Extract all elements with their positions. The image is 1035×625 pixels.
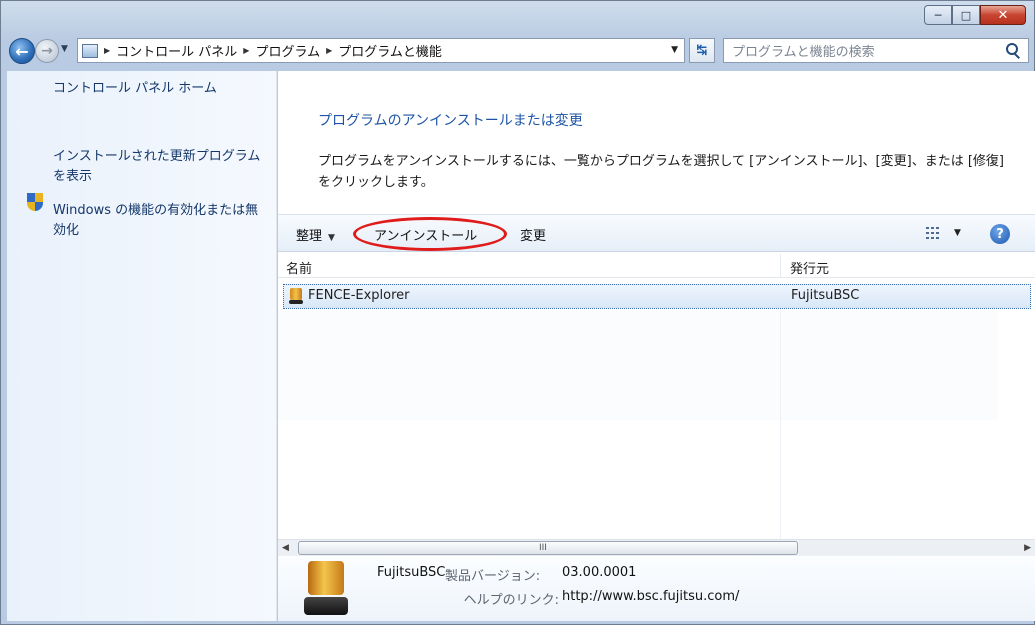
program-publisher: FujitsuBSC [791,288,860,303]
scrollbar-grip: III [539,543,547,553]
scroll-right-icon[interactable]: ▶ [1024,543,1031,553]
command-bar: 整理 ▼ アンインストール 変更 ▼ ? [278,214,1035,252]
search-icon[interactable] [1004,42,1022,60]
search-input[interactable]: プログラムと機能の検索 [732,41,1004,60]
column-divider[interactable] [780,254,781,278]
version-label: 製品バージョン: [445,569,541,584]
forward-arrow-icon: → [41,43,53,59]
column-header-publisher[interactable]: 発行元 [790,258,829,277]
maximize-icon: □ [960,8,972,22]
instruction-text: プログラムをアンインストールするには、一覧からプログラムを選択して [アンインス… [318,154,1004,190]
main-content: プログラムのアンインストールまたは変更 プログラムをアンインストールするには、一… [278,71,1035,621]
table-row[interactable]: FENCE-Explorer FujitsuBSC [283,284,1031,309]
navigation-bar: ← → ▼ ▶ コントロール パネル ▶ プログラム ▶ プログラムと機能 ▼ … [1,35,1034,65]
change-button[interactable]: 変更 [520,225,546,244]
windows-features-link[interactable]: Windows の機能の有効化または無効化 [53,201,263,241]
column-header-name[interactable]: 名前 [286,258,312,277]
back-arrow-icon: ← [15,41,29,61]
address-dropdown-icon[interactable]: ▼ [671,45,678,55]
recent-pages-dropdown[interactable]: ▼ [61,44,68,54]
column-separator [780,309,781,539]
refresh-icon: ↹ [696,43,708,58]
help-icon[interactable]: ? [990,224,1010,244]
breadcrumb-control-panel[interactable]: コントロール パネル [116,41,237,60]
close-icon: ✕ [997,7,1009,23]
breadcrumb-programs[interactable]: プログラム [255,41,320,60]
organize-label: 整理 [296,229,323,244]
list-header: 名前 発行元 [278,254,1035,278]
scroll-left-icon[interactable]: ◀ [282,543,289,553]
view-installed-updates-link[interactable]: インストールされた更新プログラムを表示 [53,147,263,187]
address-bar[interactable]: ▶ コントロール パネル ▶ プログラム ▶ プログラムと機能 ▼ [77,38,685,63]
help-link-label: ヘルプのリンク: [463,593,559,608]
details-pane: FujitsuBSC 製品バージョン: 03.00.0001 ヘルプのリンク: … [278,557,1035,621]
scrollbar-thumb[interactable]: III [298,541,798,555]
fence-explorer-large-icon [302,561,350,619]
program-features-window: ─ □ ✕ ← → ▼ ▶ コントロール パネル ▶ プログラム ▶ プログラム… [0,0,1035,625]
uninstall-button[interactable]: アンインストール [374,225,477,244]
breadcrumb-programs-features[interactable]: プログラムと機能 [338,41,442,60]
view-list-icon[interactable] [926,226,940,240]
help-link-value[interactable]: http://www.bsc.fujitsu.com/ [562,589,739,604]
list-area [278,310,998,420]
task-pane: コントロール パネル ホーム インストールされた更新プログラムを表示 Windo… [7,71,277,621]
control-panel-icon [82,43,98,58]
version-value: 03.00.0001 [562,565,637,580]
chevron-right-icon[interactable]: ▶ [104,46,110,55]
minimize-button[interactable]: ─ [924,5,952,25]
program-name: FENCE-Explorer [308,288,410,303]
view-dropdown-icon[interactable]: ▼ [954,228,961,238]
back-button[interactable]: ← [9,38,35,64]
chevron-down-icon: ▼ [328,233,335,243]
caption-buttons: ─ □ ✕ [924,5,1026,25]
details-publisher: FujitsuBSC [377,565,446,580]
chevron-right-icon[interactable]: ▶ [326,46,332,55]
control-panel-home-link[interactable]: コントロール パネル ホーム [53,79,217,99]
minimize-icon: ─ [934,8,942,22]
maximize-button[interactable]: □ [952,5,980,25]
refresh-button[interactable]: ↹ [689,38,715,63]
organize-button[interactable]: 整理 ▼ [296,225,335,244]
chevron-right-icon[interactable]: ▶ [243,46,249,55]
search-box[interactable]: プログラムと機能の検索 [723,38,1029,63]
forward-button[interactable]: → [35,39,59,63]
fence-explorer-icon [288,288,304,305]
horizontal-scrollbar[interactable]: ◀ III ▶ [278,539,1035,556]
page-title: プログラムのアンインストールまたは変更 [318,113,583,129]
close-button[interactable]: ✕ [980,5,1026,25]
